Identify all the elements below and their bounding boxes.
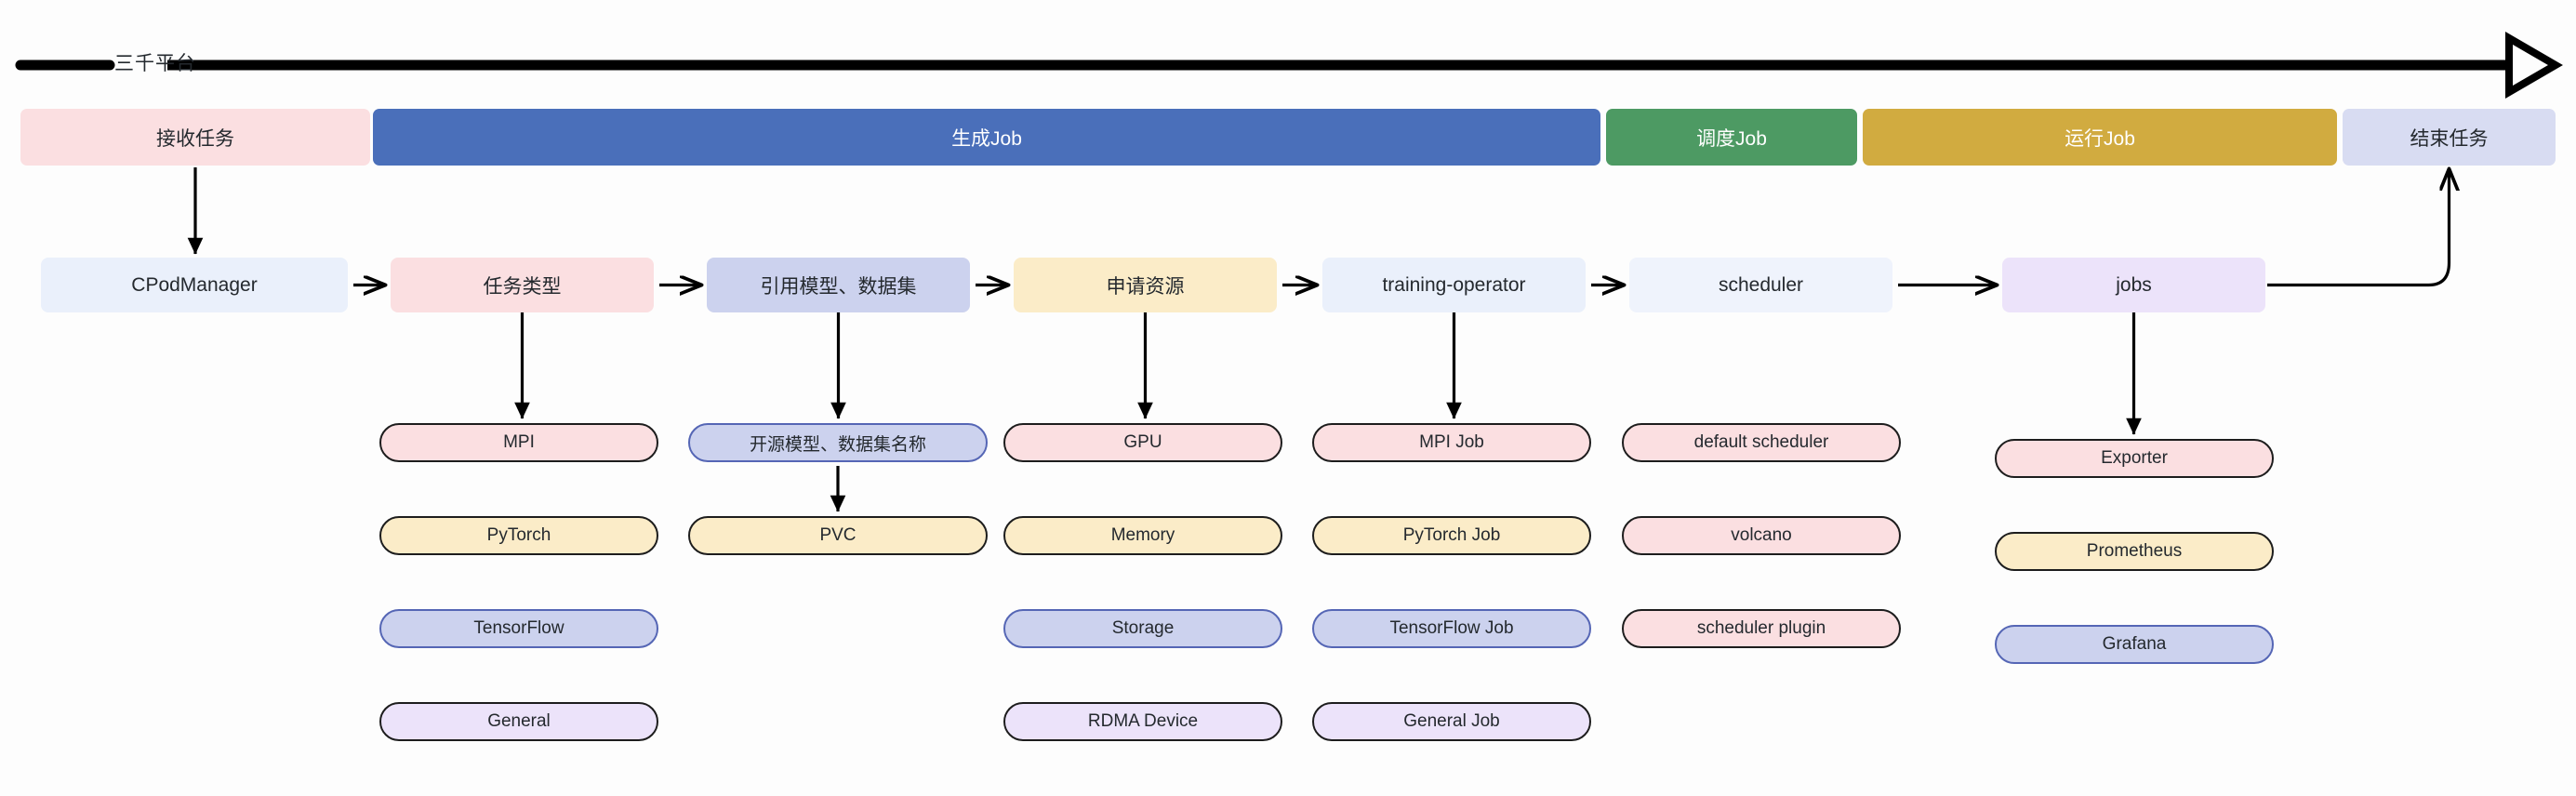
pill-[interactable]: 开源模型、数据集名称 xyxy=(688,423,988,462)
phase-band-label: 调度Job xyxy=(1696,127,1767,150)
pill-label: Grafana xyxy=(2102,634,2167,654)
phase-band-label: 接收任务 xyxy=(156,127,234,150)
phase-band-label: 运行Job xyxy=(2065,127,2135,150)
phase-band-1: 接收任务 xyxy=(20,109,370,166)
pill-label: default scheduler xyxy=(1693,432,1829,452)
diagram-canvas: 三千平台 接收任务 生成Job 调度Job 运行Job 结束任务 CPodManager… xyxy=(0,0,2576,796)
pill-label: Memory xyxy=(1110,525,1175,545)
pill-label: MPI xyxy=(503,432,535,452)
node-reference-model-dataset[interactable]: 引用模型、数据集 xyxy=(707,258,970,312)
pill-label: Exporter xyxy=(2101,448,2168,468)
phase-band-label: 结束任务 xyxy=(2410,127,2489,150)
pill-label: TensorFlow Job xyxy=(1389,618,1514,638)
pill-prometheus[interactable]: Prometheus xyxy=(1995,532,2274,571)
pill-gpu[interactable]: GPU xyxy=(1003,423,1282,462)
pill-general-job[interactable]: General Job xyxy=(1312,702,1591,741)
node-label: 申请资源 xyxy=(1106,275,1185,298)
pill-tensorflow[interactable]: TensorFlow xyxy=(379,609,658,648)
pill-pytorch-job[interactable]: PyTorch Job xyxy=(1312,516,1591,555)
pill-default-scheduler[interactable]: default scheduler xyxy=(1622,423,1901,462)
pill-label: 开源模型、数据集名称 xyxy=(749,434,926,455)
pill-label: volcano xyxy=(1731,525,1792,545)
node-label: training-operator xyxy=(1382,273,1526,296)
pill-grafana[interactable]: Grafana xyxy=(1995,625,2274,664)
phase-band-2: 生成Job xyxy=(373,109,1600,166)
node-task-type[interactable]: 任务类型 xyxy=(391,258,654,312)
pill-rdma-device[interactable]: RDMA Device xyxy=(1003,702,1282,741)
node-label: 任务类型 xyxy=(483,275,562,298)
pill-label: TensorFlow xyxy=(473,618,564,638)
pill-label: PyTorch xyxy=(486,525,551,545)
pill-storage[interactable]: Storage xyxy=(1003,609,1282,648)
pill-label: MPI Job xyxy=(1419,432,1484,452)
pill-label: Storage xyxy=(1111,618,1175,638)
pill-pvc[interactable]: PVC xyxy=(688,516,988,555)
pill-exporter[interactable]: Exporter xyxy=(1995,439,2274,478)
pill-mpi[interactable]: MPI xyxy=(379,423,658,462)
pill-label: PVC xyxy=(819,525,856,545)
node-jobs[interactable]: jobs xyxy=(2002,258,2265,312)
pill-label: RDMA Device xyxy=(1087,711,1199,731)
pill-label: Prometheus xyxy=(2086,541,2183,561)
timeline-label: 三千平台 xyxy=(114,53,196,74)
pill-label: General Job xyxy=(1403,711,1500,731)
timeline-arrow xyxy=(15,32,2563,99)
pill-scheduler-plugin[interactable]: scheduler plugin xyxy=(1622,609,1901,648)
pill-pytorch[interactable]: PyTorch xyxy=(379,516,658,555)
phase-band-5: 结束任务 xyxy=(2343,109,2556,166)
pill-tensorflow-job[interactable]: TensorFlow Job xyxy=(1312,609,1591,648)
pill-label: GPU xyxy=(1123,432,1162,452)
pill-general[interactable]: General xyxy=(379,702,658,741)
phase-band-4: 运行Job xyxy=(1863,109,2337,166)
node-label: CPodManager xyxy=(131,273,258,296)
phase-band-label: 生成Job xyxy=(951,127,1022,150)
pill-memory[interactable]: Memory xyxy=(1003,516,1282,555)
pill-label: General xyxy=(487,711,551,731)
node-label: 引用模型、数据集 xyxy=(760,275,917,298)
node-cpodmanager[interactable]: CPodManager xyxy=(41,258,348,312)
pill-volcano[interactable]: volcano xyxy=(1622,516,1901,555)
node-training-operator[interactable]: training-operator xyxy=(1322,258,1586,312)
node-label: scheduler xyxy=(1718,273,1804,296)
pill-label: PyTorch Job xyxy=(1402,525,1501,545)
node-request-resources[interactable]: 申请资源 xyxy=(1014,258,1277,312)
phase-band-3: 调度Job xyxy=(1606,109,1857,166)
pill-mpi-job[interactable]: MPI Job xyxy=(1312,423,1591,462)
node-scheduler[interactable]: scheduler xyxy=(1629,258,1892,312)
node-label: jobs xyxy=(2116,273,2152,296)
pill-label: scheduler plugin xyxy=(1696,618,1826,638)
